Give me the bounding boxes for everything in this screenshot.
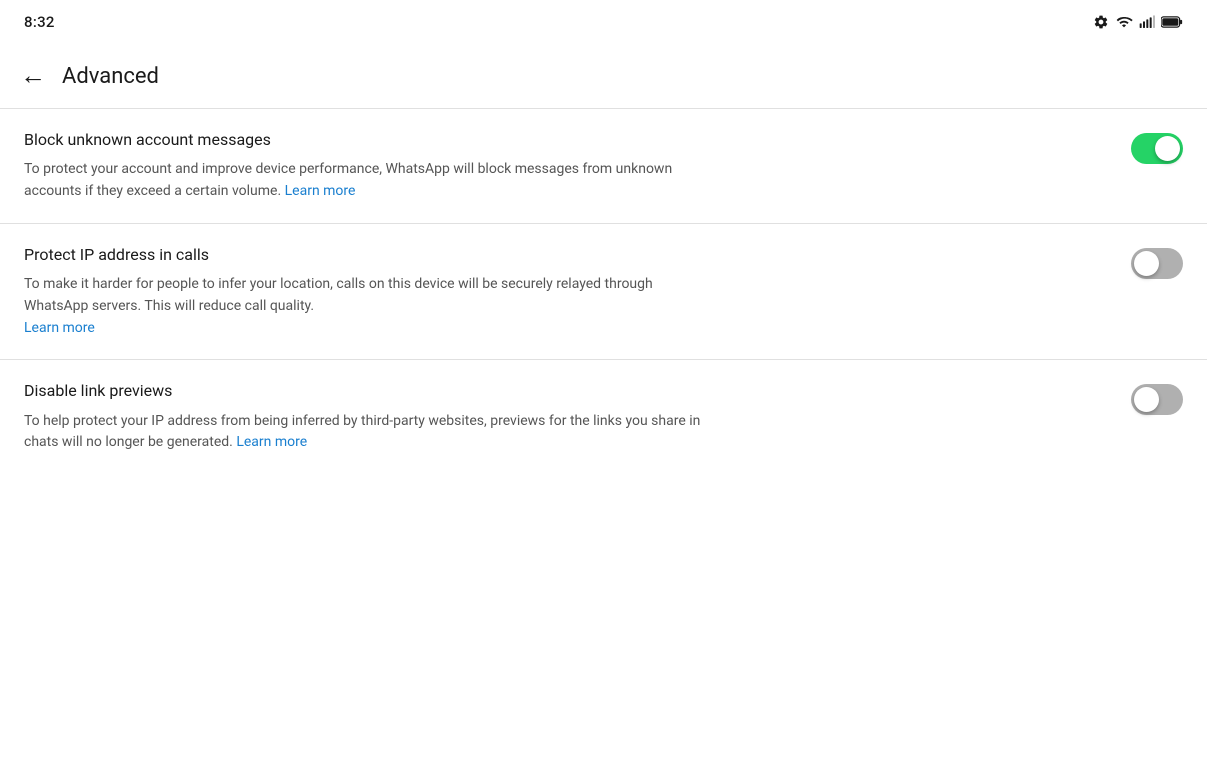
app-header: ← Advanced [0, 44, 1207, 108]
toggle-protect-ip[interactable] [1131, 248, 1183, 279]
toggle-thumb-block-unknown [1155, 136, 1180, 161]
toggle-disable-link-preview[interactable] [1131, 384, 1183, 415]
learn-more-block-unknown[interactable]: Learn more [285, 183, 356, 199]
setting-title-disable-link-preview: Disable link previews [24, 380, 712, 402]
wifi-icon [1115, 14, 1133, 30]
setting-item-protect-ip: Protect IP address in calls To make it h… [0, 224, 1207, 359]
learn-more-protect-ip[interactable]: Learn more [24, 320, 95, 336]
signal-icon [1139, 14, 1155, 30]
toggle-container-protect-ip [1131, 244, 1183, 279]
setting-text-block-unknown: Block unknown account messages To protec… [24, 129, 744, 203]
setting-text-disable-link-preview: Disable link previews To help protect yo… [24, 380, 744, 454]
status-time: 8:32 [24, 13, 55, 31]
back-button[interactable]: ← [20, 63, 46, 89]
status-icons [1093, 14, 1183, 30]
toggle-block-unknown[interactable] [1131, 133, 1183, 164]
setting-item-disable-link-preview: Disable link previews To help protect yo… [0, 360, 1207, 474]
status-bar: 8:32 [0, 0, 1207, 44]
setting-text-protect-ip: Protect IP address in calls To make it h… [24, 244, 744, 339]
toggle-thumb-protect-ip [1134, 251, 1159, 276]
settings-content: Block unknown account messages To protec… [0, 109, 1207, 474]
battery-icon [1161, 15, 1183, 29]
setting-description-protect-ip: To make it harder for people to infer yo… [24, 274, 712, 339]
toggle-container-block-unknown [1131, 129, 1183, 164]
page-title: Advanced [62, 64, 159, 89]
setting-description-block-unknown: To protect your account and improve devi… [24, 159, 712, 202]
setting-item-block-unknown: Block unknown account messages To protec… [0, 109, 1207, 223]
setting-title-block-unknown: Block unknown account messages [24, 129, 712, 151]
toggle-container-disable-link-preview [1131, 380, 1183, 415]
learn-more-disable-link-preview[interactable]: Learn more [236, 434, 307, 450]
gear-icon [1093, 14, 1109, 30]
setting-title-protect-ip: Protect IP address in calls [24, 244, 712, 266]
setting-description-disable-link-preview: To help protect your IP address from bei… [24, 411, 712, 454]
